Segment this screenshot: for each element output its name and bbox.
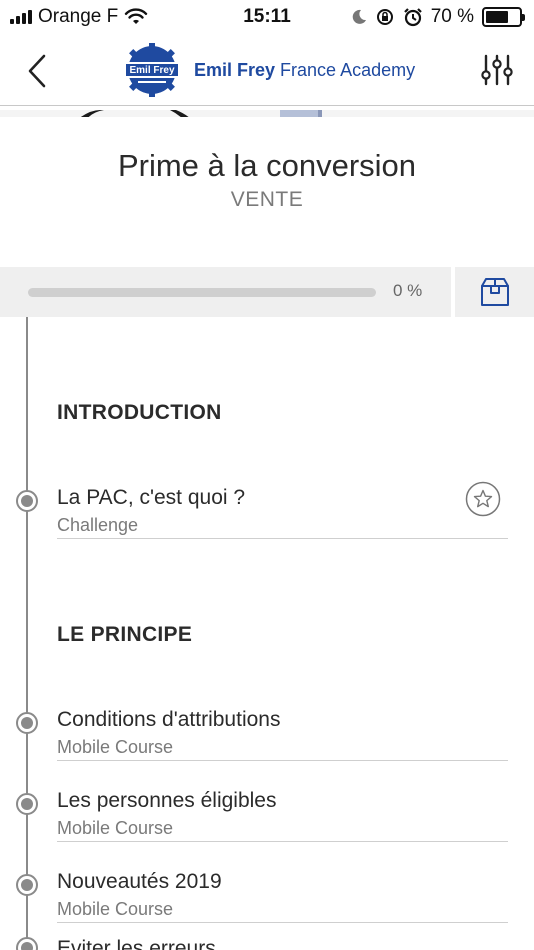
item-type: Mobile Course — [57, 737, 174, 757]
item-divider — [57, 760, 508, 761]
item-title: Eviter les erreurs — [57, 937, 216, 950]
logo-text: Emil Frey — [129, 65, 174, 76]
item-divider — [57, 841, 508, 842]
box-icon — [480, 278, 509, 306]
favorite-button[interactable] — [465, 481, 501, 517]
item-title: Conditions d'attributions — [57, 708, 281, 731]
progress-label: 0 % — [393, 281, 423, 300]
item-title: Les personnes éligibles — [57, 789, 277, 812]
item-title: Nouveautés 2019 — [57, 870, 222, 893]
section-title: LE PRINCIPE — [57, 623, 193, 646]
progress-row: 0 % — [0, 267, 451, 317]
battery-level — [486, 11, 509, 23]
list-item[interactable]: Nouveautés 2019 Mobile Course — [0, 856, 534, 936]
item-type: Mobile Course — [57, 818, 174, 838]
box-button[interactable] — [455, 267, 534, 317]
sliders-icon — [481, 54, 513, 86]
item-title: La PAC, c'est quoi ? — [57, 486, 246, 509]
filter-button[interactable] — [480, 52, 514, 88]
item-divider — [57, 538, 508, 539]
progress-bar — [28, 288, 376, 297]
course-cover-image — [0, 107, 534, 117]
list-item[interactable]: La PAC, c'est quoi ? Challenge — [0, 472, 534, 552]
list-item[interactable]: Eviter les erreurs — [0, 937, 534, 950]
brand-name-bold: Emil Frey — [194, 59, 276, 80]
battery-percent: 70 % — [430, 6, 474, 27]
timeline-dot-icon — [16, 712, 38, 734]
page-title: Prime à la conversion — [117, 148, 417, 183]
timeline-dot-icon — [16, 793, 38, 815]
item-divider — [57, 922, 508, 923]
brand: Emil Frey Emil Frey France Academy — [124, 42, 415, 98]
course-category: VENTE — [230, 188, 304, 211]
back-button[interactable] — [20, 50, 56, 92]
star-icon — [465, 481, 501, 517]
nav-bar: Emil Frey Emil Frey France Academy — [0, 36, 534, 106]
timeline-dot-icon — [16, 937, 38, 950]
cover-image-fragment — [0, 110, 534, 117]
brand-name-rest: France Academy — [275, 59, 416, 80]
moon-icon — [352, 9, 366, 24]
timeline-dot-icon — [16, 490, 38, 512]
chevron-left-icon — [28, 54, 46, 88]
emil-frey-logo: Emil Frey — [124, 43, 180, 97]
battery-icon — [482, 7, 525, 27]
timeline-dot-icon — [16, 874, 38, 896]
list-item[interactable]: Les personnes éligibles Mobile Course — [0, 775, 534, 855]
status-bar: Orange F 15:11 70 % — [0, 0, 534, 36]
section-title: INTRODUCTION — [57, 401, 222, 424]
list-item[interactable]: Conditions d'attributions Mobile Course — [0, 694, 534, 774]
orientation-lock-icon — [376, 9, 393, 25]
item-type: Mobile Course — [57, 899, 174, 919]
alarm-icon — [403, 8, 422, 27]
item-type: Challenge — [57, 515, 139, 535]
